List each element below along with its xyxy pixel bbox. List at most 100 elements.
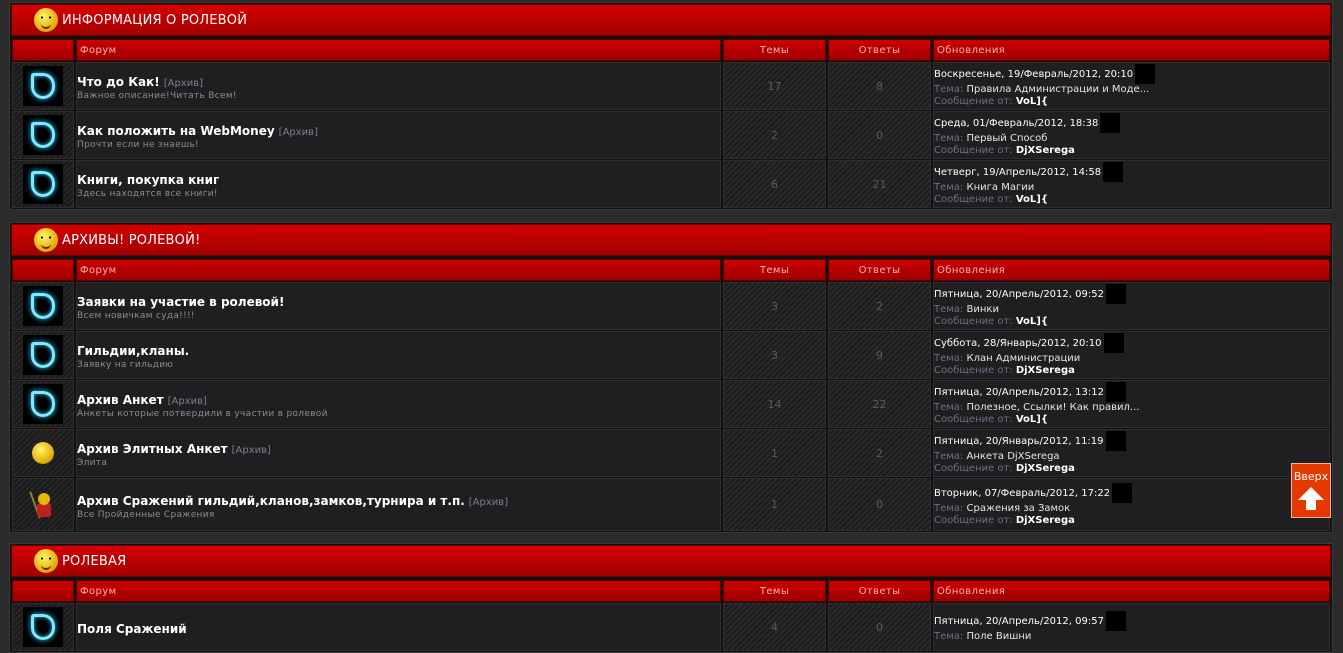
last-post-avatar[interactable] [1112, 482, 1133, 503]
forum-row: Книги, покупка книг Здесь находятся все к… [12, 160, 1330, 208]
forum-description: Важное описание!Читать Всем! [77, 91, 237, 101]
forum-link[interactable]: Как положить на WebMoney [77, 124, 275, 138]
forum-name-cell: Архив Элитных Анкет [Архив] Элита [76, 429, 721, 477]
last-post-avatar[interactable] [1105, 611, 1126, 631]
updates-column-header: Обновления [933, 39, 1330, 61]
last-poster-link[interactable]: DjXSerega [1016, 365, 1075, 376]
forum-column-header: Форум [76, 259, 721, 281]
forum-column-header: Форум [76, 39, 721, 61]
forum-icon [23, 164, 63, 204]
smiley-icon [34, 228, 58, 252]
forum-link[interactable]: Книги, покупка книг [77, 173, 219, 187]
forum-description: Прочти если не знаешь! [77, 140, 199, 150]
category-header[interactable]: РОЛЕВАЯ [11, 545, 1331, 577]
replies-column-header: Ответы [828, 39, 931, 61]
last-post-avatar[interactable] [1100, 113, 1121, 133]
arrow-up-icon [1298, 487, 1324, 500]
last-post-avatar[interactable] [1105, 431, 1126, 451]
last-topic-link[interactable]: Сражения за Замок [967, 503, 1071, 514]
last-post-avatar[interactable] [1103, 333, 1124, 353]
forum-link[interactable]: Гильдии,кланы. [77, 344, 189, 358]
topics-column-header: Темы [723, 580, 826, 602]
forum-name-cell: Заявки на участие в ролевой! Всем новичка… [76, 282, 721, 330]
forum-link[interactable]: Архив Анкет [77, 393, 164, 407]
archive-link[interactable]: [Архив] [469, 497, 508, 508]
table-header-row: Форум Темы Ответы Обновления [12, 580, 1330, 602]
replies-count: 9 [828, 331, 931, 379]
topic-label: Тема: [934, 84, 964, 95]
last-update-cell: Пятница, 20/Апрель/2012, 09:52 Тема: Винк… [933, 282, 1330, 330]
forum-description: Здесь находятся все книги! [77, 189, 218, 199]
last-update-cell: Пятница, 20/Апрель/2012, 09:57 Тема: Поле… [933, 603, 1330, 651]
topics-count: 3 [723, 331, 826, 379]
forum-link[interactable]: Архив Сражений гильдий,кланов,замков,тур… [77, 494, 465, 508]
last-poster-link[interactable]: DjXSerega [1016, 463, 1075, 474]
category-title[interactable]: РОЛЕВАЯ [62, 554, 126, 569]
archive-link[interactable]: [Архив] [164, 78, 203, 89]
last-poster-link[interactable]: DjXSerega [1016, 145, 1075, 156]
forum-category: АРХИВЫ! РОЛЕВОЙ! Форум Темы Ответы Обновлени… [9, 222, 1333, 533]
last-update-cell: Вторник, 07/Февраль/2012, 17:22 Тема: Сра… [933, 478, 1330, 531]
last-topic-link[interactable]: Клан Администрации [967, 353, 1081, 364]
forum-icon-cell [12, 160, 74, 208]
last-update-cell: Пятница, 20/Январь/2012, 11:19 Тема: Анке… [933, 429, 1330, 477]
last-topic-link[interactable]: Поле Вишни [967, 631, 1032, 642]
last-poster-link[interactable]: VoL]{ [1016, 414, 1048, 425]
table-header-row: Форум Темы Ответы Обновления [12, 259, 1330, 281]
last-post-avatar[interactable] [1103, 162, 1124, 182]
topic-label: Тема: [934, 402, 964, 413]
last-update-cell: Четверг, 19/Апрель/2012, 14:58 Тема: Книг… [933, 160, 1330, 208]
last-topic-link[interactable]: Винки [967, 304, 999, 315]
last-topic-link[interactable]: Полезное, Ссылки! Как правил... [967, 402, 1140, 413]
last-poster-link[interactable]: DjXSerega [1016, 515, 1075, 526]
last-post-avatar[interactable] [1105, 382, 1126, 402]
forum-icon [23, 286, 63, 326]
forum-name-cell: Поля Сражений [76, 603, 721, 651]
archive-link[interactable]: [Архив] [279, 127, 318, 138]
message-by-label: Сообщение от: [934, 463, 1013, 474]
last-topic-link[interactable]: Правила Администрации и Моде... [967, 84, 1150, 95]
message-by-label: Сообщение от: [934, 145, 1013, 156]
topics-column-header: Темы [723, 39, 826, 61]
last-poster-link[interactable]: VoL]{ [1016, 194, 1048, 205]
forum-row: Архив Анкет [Архив] Анкеты которые потверд… [12, 380, 1330, 428]
updates-column-header: Обновления [933, 580, 1330, 602]
forum-icon [23, 384, 63, 424]
forum-link[interactable]: Поля Сражений [77, 622, 187, 636]
forum-row: Что до Как! [Архив] Важное описание!Читать… [12, 62, 1330, 110]
last-poster-link[interactable]: VoL]{ [1016, 96, 1048, 107]
table-header-row: Форум Темы Ответы Обновления [12, 39, 1330, 61]
scroll-to-top-button[interactable]: Вверх [1291, 463, 1331, 518]
archive-link[interactable]: [Архив] [168, 396, 207, 407]
forum-row: Заявки на участие в ролевой! Всем новичка… [12, 282, 1330, 330]
message-by-label: Сообщение от: [934, 414, 1013, 425]
last-post-avatar[interactable] [1105, 284, 1126, 304]
forum-link[interactable]: Что до Как! [77, 75, 160, 89]
last-post-avatar[interactable] [1135, 64, 1156, 84]
forum-row: Архив Сражений гильдий,кланов,замков,тур… [12, 478, 1330, 531]
last-update-date: Пятница, 20/Апрель/2012, 09:57 [934, 616, 1104, 627]
forum-link[interactable]: Заявки на участие в ролевой! [77, 295, 284, 309]
replies-count: 0 [828, 111, 931, 159]
archive-link[interactable]: [Архив] [232, 445, 271, 456]
icon-column-header [12, 259, 74, 281]
smiley-icon [34, 549, 58, 573]
topic-label: Тема: [934, 451, 964, 462]
last-update-date: Вторник, 07/Февраль/2012, 17:22 [934, 487, 1111, 499]
forum-icon [23, 335, 63, 375]
category-title[interactable]: АРХИВЫ! РОЛЕВОЙ! [62, 233, 200, 248]
last-poster-link[interactable]: VoL]{ [1016, 316, 1048, 327]
forum-link[interactable]: Архив Элитных Анкет [77, 442, 228, 456]
category-header[interactable]: ИНФОРМАЦИЯ О РОЛЕВОЙ [11, 4, 1331, 36]
forum-icon-cell [12, 478, 74, 531]
last-topic-link[interactable]: Книга Магии [967, 182, 1035, 193]
last-topic-link[interactable]: Анкета DjXSerega [967, 451, 1060, 462]
last-topic-link[interactable]: Первый Способ [967, 133, 1048, 144]
category-header[interactable]: АРХИВЫ! РОЛЕВОЙ! [11, 224, 1331, 256]
forum-category: РОЛЕВАЯ Форум Темы Ответы Обновления Поля Сра… [9, 543, 1333, 653]
forum-icon-cell [12, 62, 74, 110]
category-title[interactable]: ИНФОРМАЦИЯ О РОЛЕВОЙ [62, 13, 247, 28]
last-update-date: Четверг, 19/Апрель/2012, 14:58 [934, 167, 1102, 178]
topics-column-header: Темы [723, 259, 826, 281]
last-update-date: Суббота, 28/Январь/2012, 20:10 [934, 338, 1102, 349]
